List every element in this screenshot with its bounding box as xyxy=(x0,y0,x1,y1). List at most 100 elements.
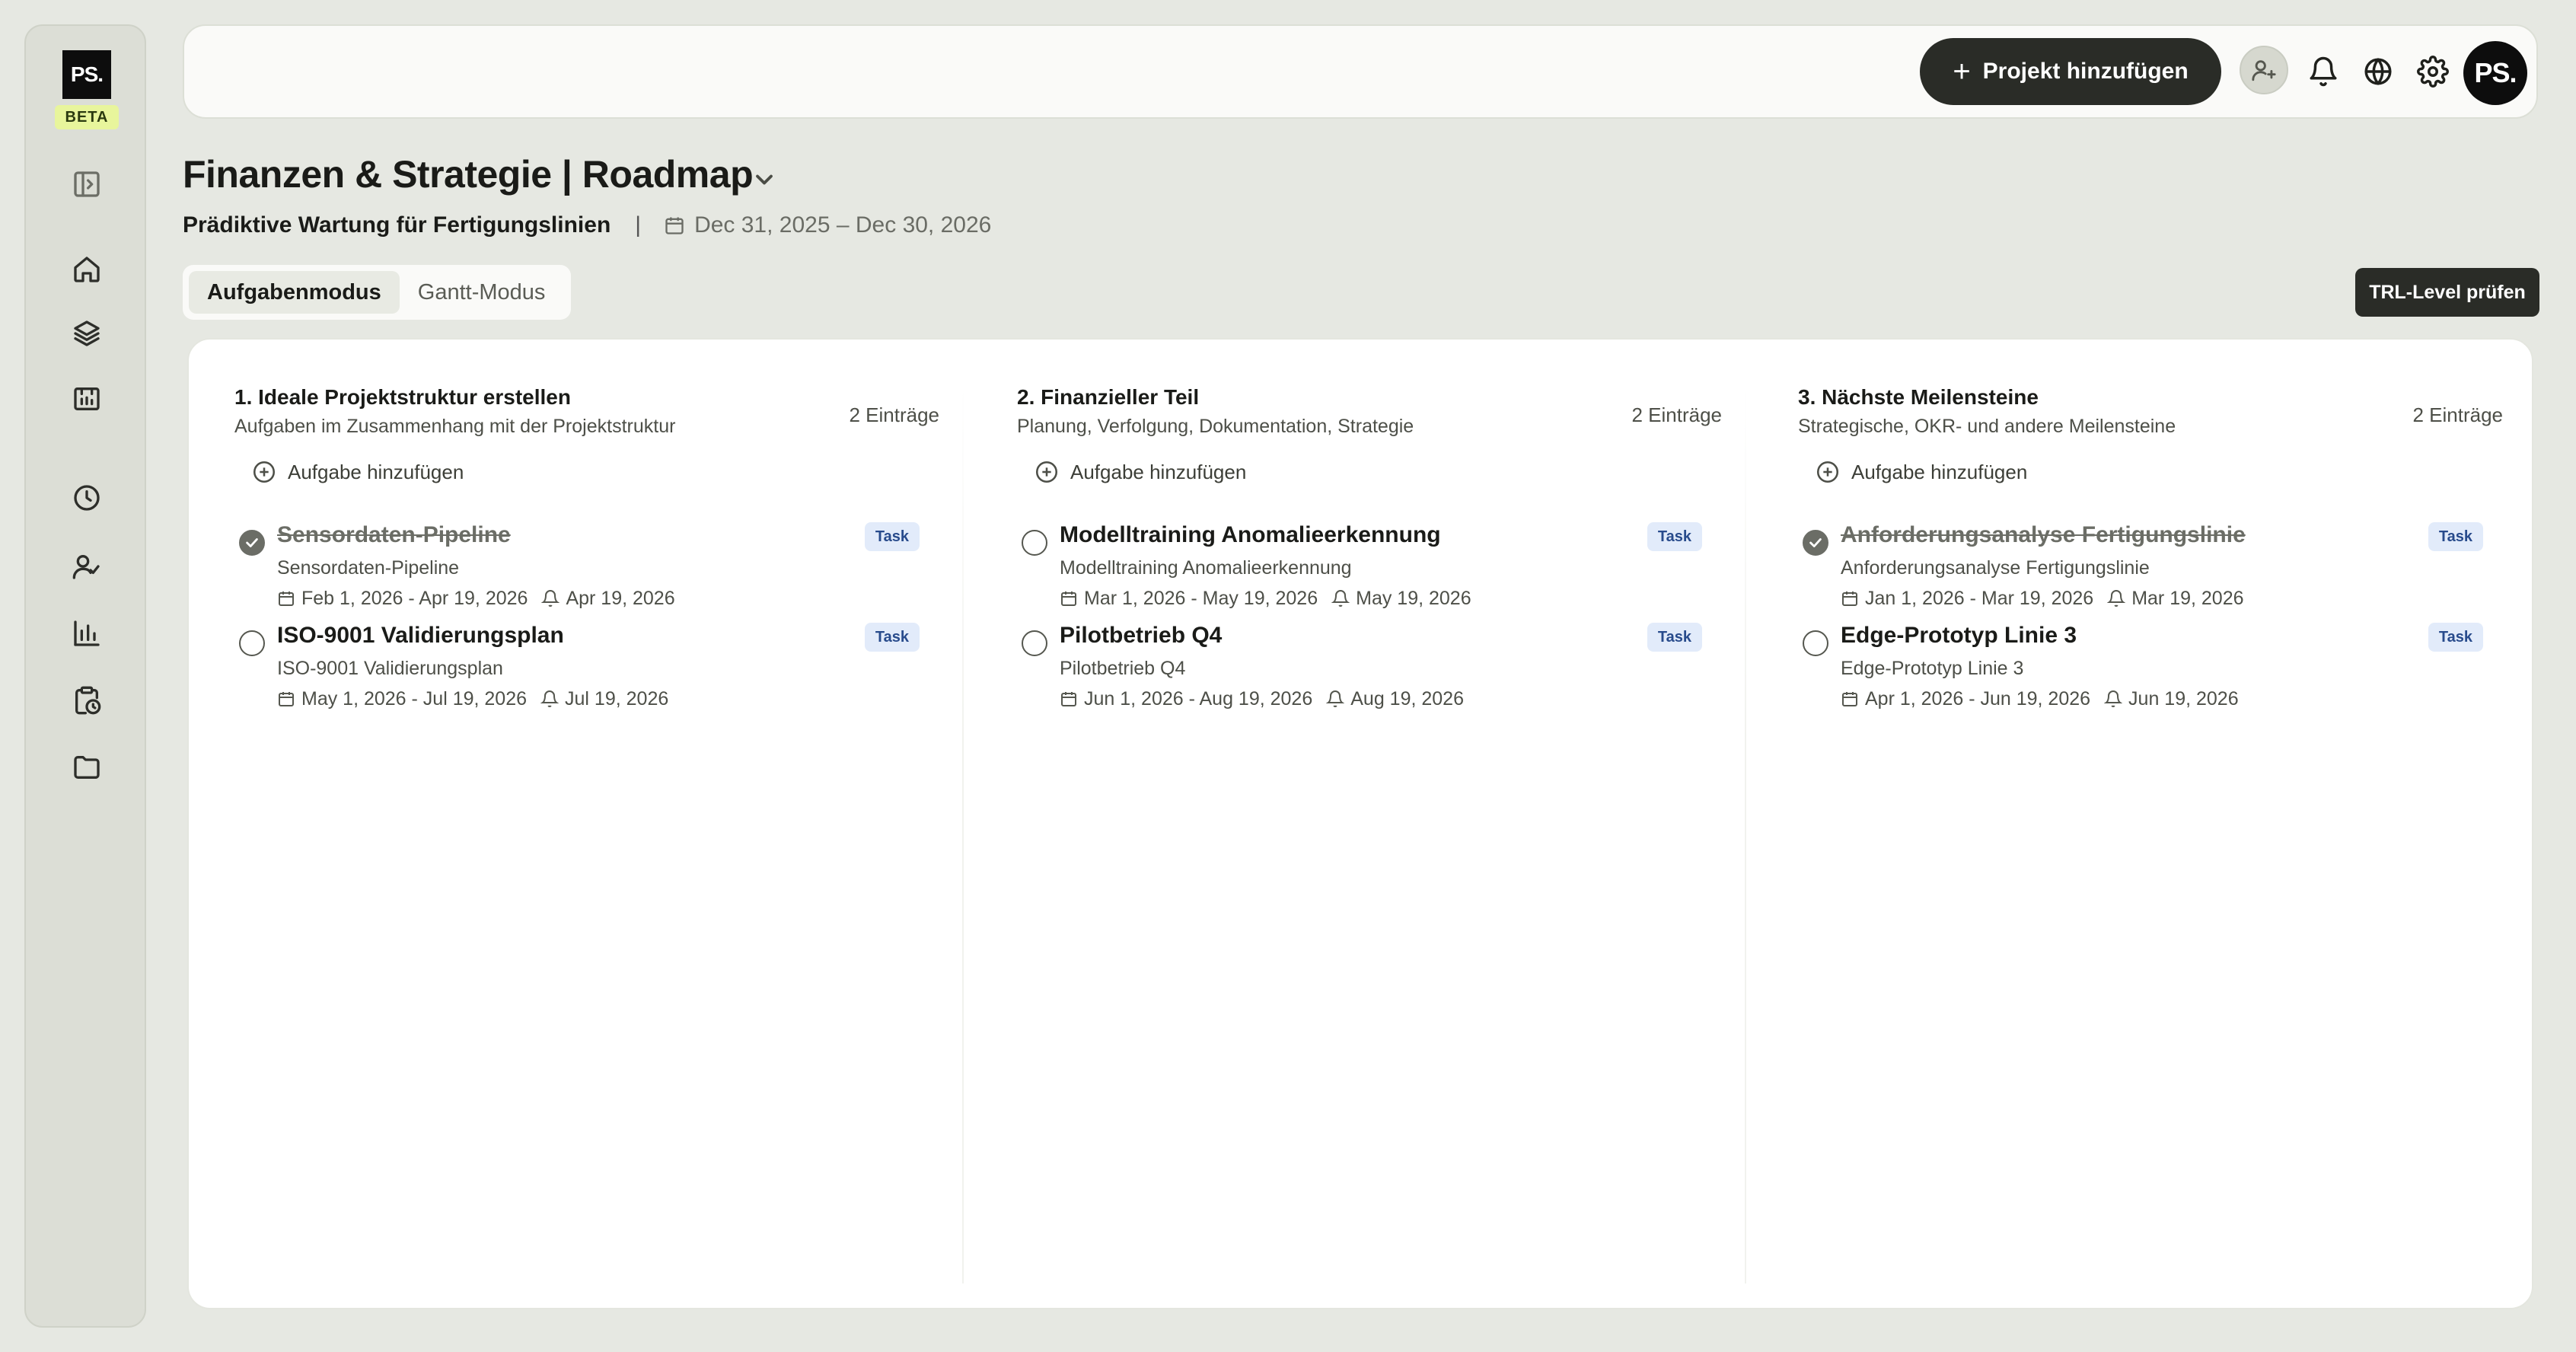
home-icon[interactable] xyxy=(69,251,105,288)
column-divider xyxy=(1745,385,1746,1283)
add-task-label: Aufgabe hinzufügen xyxy=(288,460,464,483)
task-badge: Task xyxy=(1647,623,1702,652)
column-2: 2. Finanzieller Teil Planung, Verfolgung… xyxy=(1017,385,1722,1283)
task-card[interactable]: Edge-Prototyp Linie 3 Edge-Prototyp Lini… xyxy=(1798,623,2483,720)
add-project-label: Projekt hinzufügen xyxy=(1982,59,2189,84)
avatar[interactable]: PS. xyxy=(2463,41,2527,105)
bell-icon xyxy=(1331,590,1350,607)
task-reminder: Jul 19, 2026 xyxy=(565,687,669,709)
task-badge: Task xyxy=(2428,623,2483,652)
logo[interactable]: PS. xyxy=(62,50,111,99)
bell-icon xyxy=(2107,590,2126,607)
task-subtitle: Pilotbetrieb Q4 xyxy=(1060,658,1186,679)
task-subtitle: Edge-Prototyp Linie 3 xyxy=(1841,658,2024,679)
task-dates: Apr 1, 2026 - Jun 19, 2026 Jun 19, 2026 xyxy=(1841,687,2239,711)
column-title: 1. Ideale Projektstruktur erstellen xyxy=(234,385,571,409)
mode-tabs: Aufgabenmodus Gantt-Modus xyxy=(183,265,571,320)
task-checkbox[interactable] xyxy=(1022,630,1047,656)
add-task-button[interactable]: Aufgabe hinzufügen xyxy=(1815,457,2027,487)
plus-icon: + xyxy=(1953,55,1971,88)
task-dates: Jan 1, 2026 - Mar 19, 2026 Mar 19, 2026 xyxy=(1841,586,2244,611)
task-badge: Task xyxy=(2428,522,2483,551)
entry-count: 2 Einträge xyxy=(1631,403,1722,426)
sidebar: PS. BETA xyxy=(24,24,146,1328)
tab-task-mode[interactable]: Aufgabenmodus xyxy=(189,271,400,314)
task-subtitle: Sensordaten-Pipeline xyxy=(277,557,460,579)
project-subline: Prädiktive Wartung für Fertigungslinien … xyxy=(183,210,991,241)
column-subtitle: Aufgaben im Zusammenhang mit der Projekt… xyxy=(234,416,676,437)
task-date-range: Jan 1, 2026 - Mar 19, 2026 xyxy=(1865,587,2094,609)
task-card[interactable]: Sensordaten-Pipeline Sensordaten-Pipelin… xyxy=(234,522,920,620)
bell-icon[interactable] xyxy=(2299,47,2348,96)
task-date-range: Mar 1, 2026 - May 19, 2026 xyxy=(1084,587,1318,609)
task-checkbox[interactable] xyxy=(239,530,265,556)
task-title[interactable]: Pilotbetrieb Q4 xyxy=(1060,623,1222,649)
task-reminder: Mar 19, 2026 xyxy=(2131,587,2244,609)
chart-icon[interactable] xyxy=(69,615,105,652)
plus-circle-icon xyxy=(1035,461,1058,483)
task-reminder: Aug 19, 2026 xyxy=(1350,687,1464,709)
column-1: 1. Ideale Projektstruktur erstellen Aufg… xyxy=(234,385,939,1283)
task-date-range: Apr 1, 2026 - Jun 19, 2026 xyxy=(1865,687,2091,709)
column-subtitle: Planung, Verfolgung, Dokumentation, Stra… xyxy=(1017,416,1414,437)
beta-badge: BETA xyxy=(55,105,119,129)
column-title: 3. Nächste Meilensteine xyxy=(1798,385,2039,409)
clipboard-clock-icon[interactable] xyxy=(69,682,105,719)
task-title[interactable]: ISO-9001 Validierungsplan xyxy=(277,623,564,649)
task-title[interactable]: Sensordaten-Pipeline xyxy=(277,522,511,548)
folder-icon[interactable] xyxy=(69,749,105,786)
column-title: 2. Finanzieller Teil xyxy=(1017,385,1200,409)
calendar-icon xyxy=(279,692,294,706)
task-checkbox[interactable] xyxy=(239,630,265,656)
calendar-icon xyxy=(1061,692,1076,706)
task-dates: May 1, 2026 - Jul 19, 2026 Jul 19, 2026 xyxy=(277,687,668,711)
tab-gantt-mode[interactable]: Gantt-Modus xyxy=(400,271,564,314)
task-checkbox[interactable] xyxy=(1803,530,1828,556)
task-dates: Mar 1, 2026 - May 19, 2026 May 19, 2026 xyxy=(1060,586,1471,611)
bell-icon xyxy=(1326,690,1345,707)
clock-icon[interactable] xyxy=(69,480,105,516)
add-task-button[interactable]: Aufgabe hinzufügen xyxy=(251,457,464,487)
task-title[interactable]: Edge-Prototyp Linie 3 xyxy=(1841,623,2077,649)
bell-icon xyxy=(540,690,560,707)
bell-icon xyxy=(541,590,560,607)
panel-toggle-icon[interactable] xyxy=(69,166,105,202)
add-project-button[interactable]: + Projekt hinzufügen xyxy=(1920,38,2221,105)
task-dates: Jun 1, 2026 - Aug 19, 2026 Aug 19, 2026 xyxy=(1060,687,1464,711)
check-icon xyxy=(1809,538,1822,547)
invite-user-button[interactable] xyxy=(2240,46,2288,94)
entry-count: 2 Einträge xyxy=(2412,403,2503,426)
gear-icon[interactable] xyxy=(2409,47,2457,96)
date-range: Dec 31, 2025 – Dec 30, 2026 xyxy=(694,212,992,238)
task-title[interactable]: Modelltraining Anomalieerkennung xyxy=(1060,522,1441,548)
layers-icon[interactable] xyxy=(69,315,105,352)
task-card[interactable]: Pilotbetrieb Q4 Pilotbetrieb Q4 Jun 1, 2… xyxy=(1017,623,1702,720)
task-badge: Task xyxy=(864,623,920,652)
calendar-icon xyxy=(664,215,694,236)
task-badge: Task xyxy=(1647,522,1702,551)
entry-count: 2 Einträge xyxy=(849,403,939,426)
task-card[interactable]: ISO-9001 Validierungsplan ISO-9001 Valid… xyxy=(234,623,920,720)
column-3: 3. Nächste Meilensteine Strategische, OK… xyxy=(1798,385,2503,1283)
user-check-icon[interactable] xyxy=(69,548,105,585)
add-task-label: Aufgabe hinzufügen xyxy=(1851,460,2028,483)
chevron-down-icon[interactable] xyxy=(751,166,778,193)
bell-icon xyxy=(2104,690,2123,707)
task-card[interactable]: Modelltraining Anomalieerkennung Modellt… xyxy=(1017,522,1702,620)
task-checkbox[interactable] xyxy=(1022,530,1047,556)
column-divider xyxy=(962,385,964,1283)
plus-circle-icon xyxy=(1816,461,1839,483)
add-task-label: Aufgabe hinzufügen xyxy=(1070,460,1247,483)
task-title[interactable]: Anforderungsanalyse Fertigungslinie xyxy=(1841,522,2246,548)
globe-icon[interactable] xyxy=(2354,47,2402,96)
task-checkbox[interactable] xyxy=(1803,630,1828,656)
add-task-button[interactable]: Aufgabe hinzufügen xyxy=(1034,457,1246,487)
page-title: Finanzen & Strategie | Roadmap xyxy=(183,153,754,196)
task-badge: Task xyxy=(864,522,920,551)
calendar-icon xyxy=(1842,692,1857,706)
trl-check-button[interactable]: TRL-Level prüfen xyxy=(2355,268,2539,317)
task-card[interactable]: Anforderungsanalyse Fertigungslinie Anfo… xyxy=(1798,522,2483,620)
roadmap-icon[interactable] xyxy=(69,381,105,417)
task-dates: Feb 1, 2026 - Apr 19, 2026 Apr 19, 2026 xyxy=(277,586,675,611)
task-reminder: May 19, 2026 xyxy=(1356,587,1471,609)
